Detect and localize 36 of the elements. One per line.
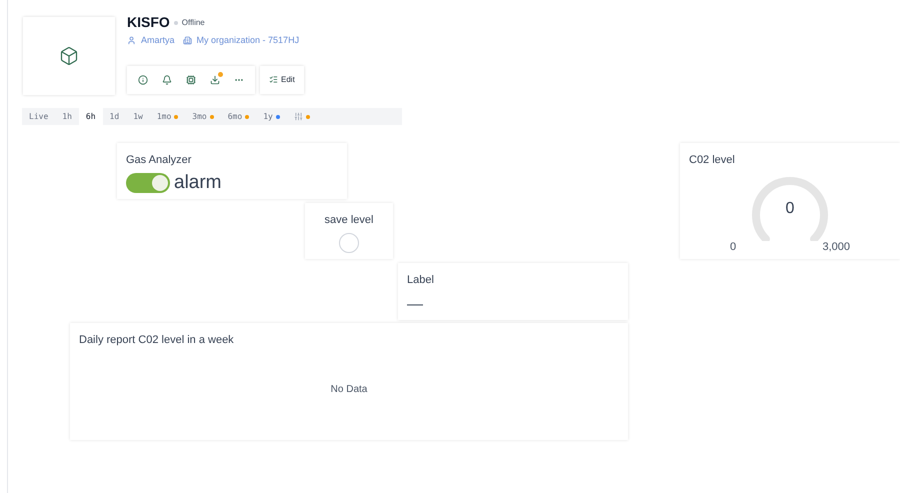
cube-icon <box>59 46 79 66</box>
checklist-icon <box>269 75 278 84</box>
widget-title: Label <box>407 273 435 288</box>
time-range-tab[interactable]: 3mo <box>185 108 221 125</box>
widget-title: Gas Analyzer <box>126 153 192 168</box>
bell-icon[interactable] <box>162 74 172 84</box>
time-range-tab[interactable]: 1w <box>126 108 150 125</box>
device-status: Offline <box>182 16 205 28</box>
time-range-tab[interactable]: 6mo <box>220 108 256 125</box>
switch-label: alarm <box>174 173 222 192</box>
time-range-tab[interactable]: 1mo <box>150 108 186 125</box>
value-text: — <box>407 294 424 314</box>
notification-badge <box>218 72 223 76</box>
device-name: KISFO <box>127 13 170 32</box>
organization-link[interactable]: My organization - 7517HJ <box>196 34 300 48</box>
gauge-min: 0 <box>730 240 736 254</box>
no-data-message: No Data <box>330 382 368 396</box>
time-range-tab[interactable]: 1h <box>55 108 79 125</box>
edit-button[interactable]: Edit <box>260 66 304 94</box>
widget-title: Daily report C02 level in a week <box>79 333 235 348</box>
time-range-tab[interactable]: 6h <box>78 108 103 125</box>
time-range-tab[interactable]: 1y <box>256 108 287 125</box>
widget-title: save level <box>324 213 374 228</box>
filter-icon <box>294 112 303 121</box>
toggle-switch[interactable] <box>126 172 170 192</box>
time-range-tab[interactable]: 1d <box>102 108 126 125</box>
building-icon <box>182 36 192 46</box>
info-icon[interactable] <box>138 74 148 84</box>
time-range-tab[interactable]: Live <box>22 108 56 125</box>
chip-icon[interactable] <box>186 74 196 84</box>
widget-title: C02 level <box>689 153 736 168</box>
user-icon <box>127 36 136 46</box>
download-icon[interactable] <box>210 74 220 84</box>
gauge-max: 3,000 <box>822 240 850 254</box>
owner-link[interactable]: Amartya <box>141 34 175 48</box>
gauge-value: 0 <box>786 198 794 218</box>
